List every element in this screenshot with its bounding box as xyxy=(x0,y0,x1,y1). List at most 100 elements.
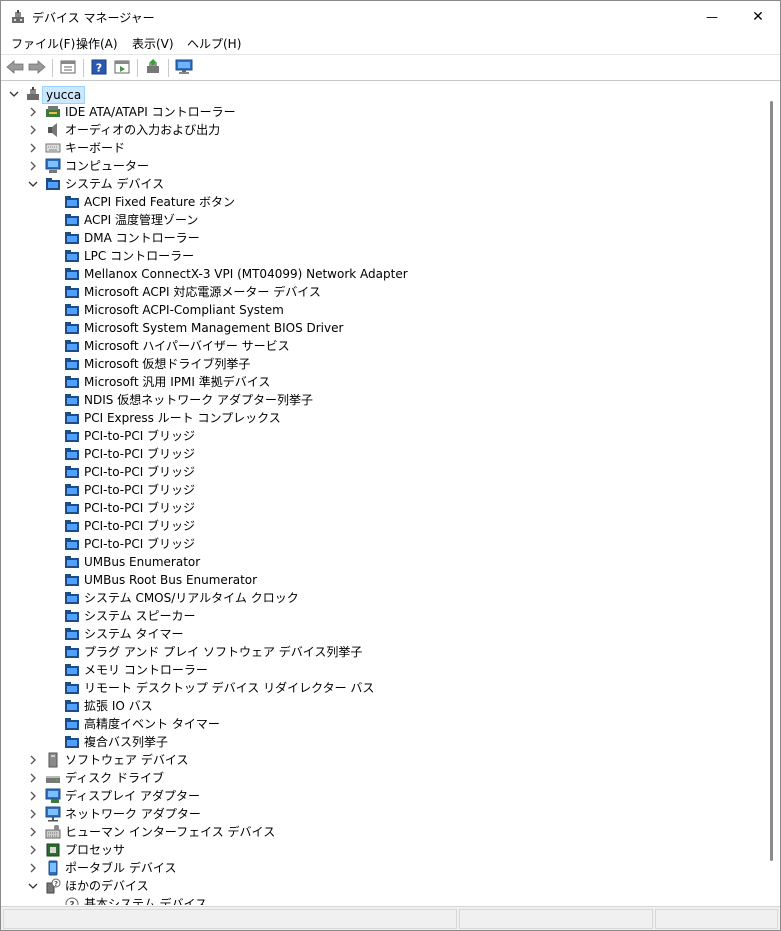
tree-category-item[interactable]: ソフトウェア デバイス xyxy=(2,751,765,769)
chevron-right-icon[interactable] xyxy=(27,160,39,172)
system-device-icon xyxy=(64,338,80,354)
tree-device-item[interactable]: Microsoft 仮想ドライブ列挙子 xyxy=(2,355,765,373)
keyboard-icon xyxy=(45,140,61,156)
tree-device-label: Microsoft 仮想ドライブ列挙子 xyxy=(84,357,251,371)
tree-root[interactable]: yucca xyxy=(2,85,765,104)
forward-arrow-icon xyxy=(28,59,46,77)
help-button[interactable]: ? xyxy=(89,58,109,78)
tree-device-item[interactable]: 複合バス列挙子 xyxy=(2,733,765,751)
tree-device-item[interactable]: PCI-to-PCI ブリッジ xyxy=(2,499,765,517)
device-tree[interactable]: yucca IDE ATA/ATAPI コントローラー オーディオの入力および出力キ… xyxy=(2,83,765,905)
tree-category-label: コンピューター xyxy=(65,159,150,173)
tree-device-item[interactable]: 高精度イベント タイマー xyxy=(2,715,765,733)
tree-device-item[interactable]: メモリ コントローラー xyxy=(2,661,765,679)
help-icon: ? xyxy=(91,59,107,78)
update-driver-button[interactable] xyxy=(143,58,163,78)
tree-device-item[interactable]: LPC コントローラー xyxy=(2,247,765,265)
tree-device-item[interactable]: NDIS 仮想ネットワーク アダプター列挙子 xyxy=(2,391,765,409)
tree-device-item[interactable]: システム タイマー xyxy=(2,625,765,643)
tree-device-item[interactable]: Microsoft 汎用 IPMI 準拠デバイス xyxy=(2,373,765,391)
tree-device-item[interactable]: UMBus Enumerator xyxy=(2,553,765,571)
tree-device-label: プラグ アンド プレイ ソフトウェア デバイス列挙子 xyxy=(84,645,363,659)
chevron-right-icon[interactable] xyxy=(27,772,39,784)
show-hide-pane-icon xyxy=(114,60,130,77)
tree-category-item[interactable]: IDE ATA/ATAPI コントローラー xyxy=(2,103,765,121)
tree-category-item[interactable]: コンピューター xyxy=(2,157,765,175)
chevron-right-icon[interactable] xyxy=(27,790,39,802)
tree-category-label: ヒューマン インターフェイス デバイス xyxy=(65,825,276,839)
tree-device-item[interactable]: システム CMOS/リアルタイム クロック xyxy=(2,589,765,607)
menu-help[interactable]: ヘルプ(H) xyxy=(187,35,241,52)
tree-device-item[interactable]: システム スピーカー xyxy=(2,607,765,625)
chevron-right-icon[interactable] xyxy=(27,826,39,838)
tree-device-item[interactable]: プラグ アンド プレイ ソフトウェア デバイス列挙子 xyxy=(2,643,765,661)
tree-device-item[interactable]: PCI-to-PCI ブリッジ xyxy=(2,445,765,463)
tree-device-item[interactable]: ACPI 温度管理ゾーン xyxy=(2,211,765,229)
menu-action[interactable]: 操作(A) xyxy=(76,35,118,52)
back-button[interactable] xyxy=(5,58,25,78)
tree-category-label: ソフトウェア デバイス xyxy=(65,753,189,767)
update-driver-icon xyxy=(145,58,161,78)
chevron-right-icon[interactable] xyxy=(27,124,39,136)
chevron-right-icon[interactable] xyxy=(27,808,39,820)
tree-device-item[interactable]: 拡張 IO バス xyxy=(2,697,765,715)
close-button[interactable]: ✕ xyxy=(735,1,781,32)
tree-device-item[interactable]: PCI-to-PCI ブリッジ xyxy=(2,463,765,481)
tree-device-item[interactable]: Microsoft ACPI-Compliant System xyxy=(2,301,765,319)
unknown-device-icon: ? xyxy=(64,896,80,905)
menu-file[interactable]: ファイル(F) xyxy=(11,35,75,52)
tree-device-item[interactable]: Mellanox ConnectX-3 VPI (MT04099) Networ… xyxy=(2,265,765,283)
tree-category-item[interactable]: キーボード xyxy=(2,139,765,157)
tree-device-label: システム CMOS/リアルタイム クロック xyxy=(84,591,299,605)
tree-category-item[interactable]: ディスク ドライブ xyxy=(2,769,765,787)
tree-category-label: ディスプレイ アダプター xyxy=(65,789,200,803)
tree-category-item[interactable]: ヒューマン インターフェイス デバイス xyxy=(2,823,765,841)
chevron-down-icon[interactable] xyxy=(8,88,20,100)
tree-device-item[interactable]: ? 基本システム デバイス xyxy=(2,895,765,905)
tree-category-item[interactable]: ネットワーク アダプター xyxy=(2,805,765,823)
tree-device-label: Microsoft ACPI 対応電源メーター デバイス xyxy=(84,285,321,299)
tree-device-item[interactable]: PCI-to-PCI ブリッジ xyxy=(2,481,765,499)
system-device-icon xyxy=(64,428,80,444)
system-device-icon xyxy=(64,482,80,498)
chevron-right-icon[interactable] xyxy=(27,754,39,766)
tree-device-item[interactable]: ACPI Fixed Feature ボタン xyxy=(2,193,765,211)
minimize-button-real[interactable] xyxy=(643,1,689,32)
tree-device-item[interactable]: リモート デスクトップ デバイス リダイレクター バス xyxy=(2,679,765,697)
tree-device-item[interactable]: Microsoft System Management BIOS Driver xyxy=(2,319,765,337)
tree-category-item[interactable]: ディスプレイ アダプター xyxy=(2,787,765,805)
system-device-icon xyxy=(64,212,80,228)
system-device-icon xyxy=(64,662,80,678)
tree-category-item[interactable]: ? ほかのデバイス xyxy=(2,877,765,895)
forward-button[interactable] xyxy=(27,58,47,78)
tree-device-item[interactable]: PCI-to-PCI ブリッジ xyxy=(2,535,765,553)
tree-device-item[interactable]: PCI Express ルート コンプレックス xyxy=(2,409,765,427)
properties-button[interactable] xyxy=(58,58,78,78)
tree-device-item[interactable]: Microsoft ACPI 対応電源メーター デバイス xyxy=(2,283,765,301)
system-device-icon xyxy=(64,194,80,210)
system-device-icon xyxy=(64,266,80,282)
tree-category-item[interactable]: システム デバイス xyxy=(2,175,765,193)
tree-category-item[interactable]: オーディオの入力および出力 xyxy=(2,121,765,139)
chevron-down-icon[interactable] xyxy=(27,178,39,190)
tree-device-item[interactable]: DMA コントローラー xyxy=(2,229,765,247)
vertical-scrollbar[interactable] xyxy=(765,83,780,905)
tree-category-item[interactable]: プロセッサ xyxy=(2,841,765,859)
tree-device-item[interactable]: PCI-to-PCI ブリッジ xyxy=(2,427,765,445)
tree-device-item[interactable]: UMBus Root Bus Enumerator xyxy=(2,571,765,589)
system-device-icon xyxy=(64,248,80,264)
menu-view[interactable]: 表示(V) xyxy=(132,35,174,52)
tree-device-item[interactable]: Microsoft ハイパーバイザー サービス xyxy=(2,337,765,355)
tree-category-item[interactable]: ポータブル デバイス xyxy=(2,859,765,877)
chevron-down-icon[interactable] xyxy=(27,880,39,892)
chevron-right-icon[interactable] xyxy=(27,142,39,154)
scrollbar-thumb[interactable] xyxy=(770,101,773,861)
chevron-right-icon[interactable] xyxy=(27,106,39,118)
chevron-right-icon[interactable] xyxy=(27,862,39,874)
title-bar[interactable]: デバイス マネージャー — ✕ xyxy=(1,1,780,32)
tree-device-item[interactable]: PCI-to-PCI ブリッジ xyxy=(2,517,765,535)
chevron-right-icon[interactable] xyxy=(27,844,39,856)
system-device-icon xyxy=(64,554,80,570)
show-hide-pane-button[interactable] xyxy=(112,58,132,78)
scan-hardware-button[interactable] xyxy=(174,58,194,78)
